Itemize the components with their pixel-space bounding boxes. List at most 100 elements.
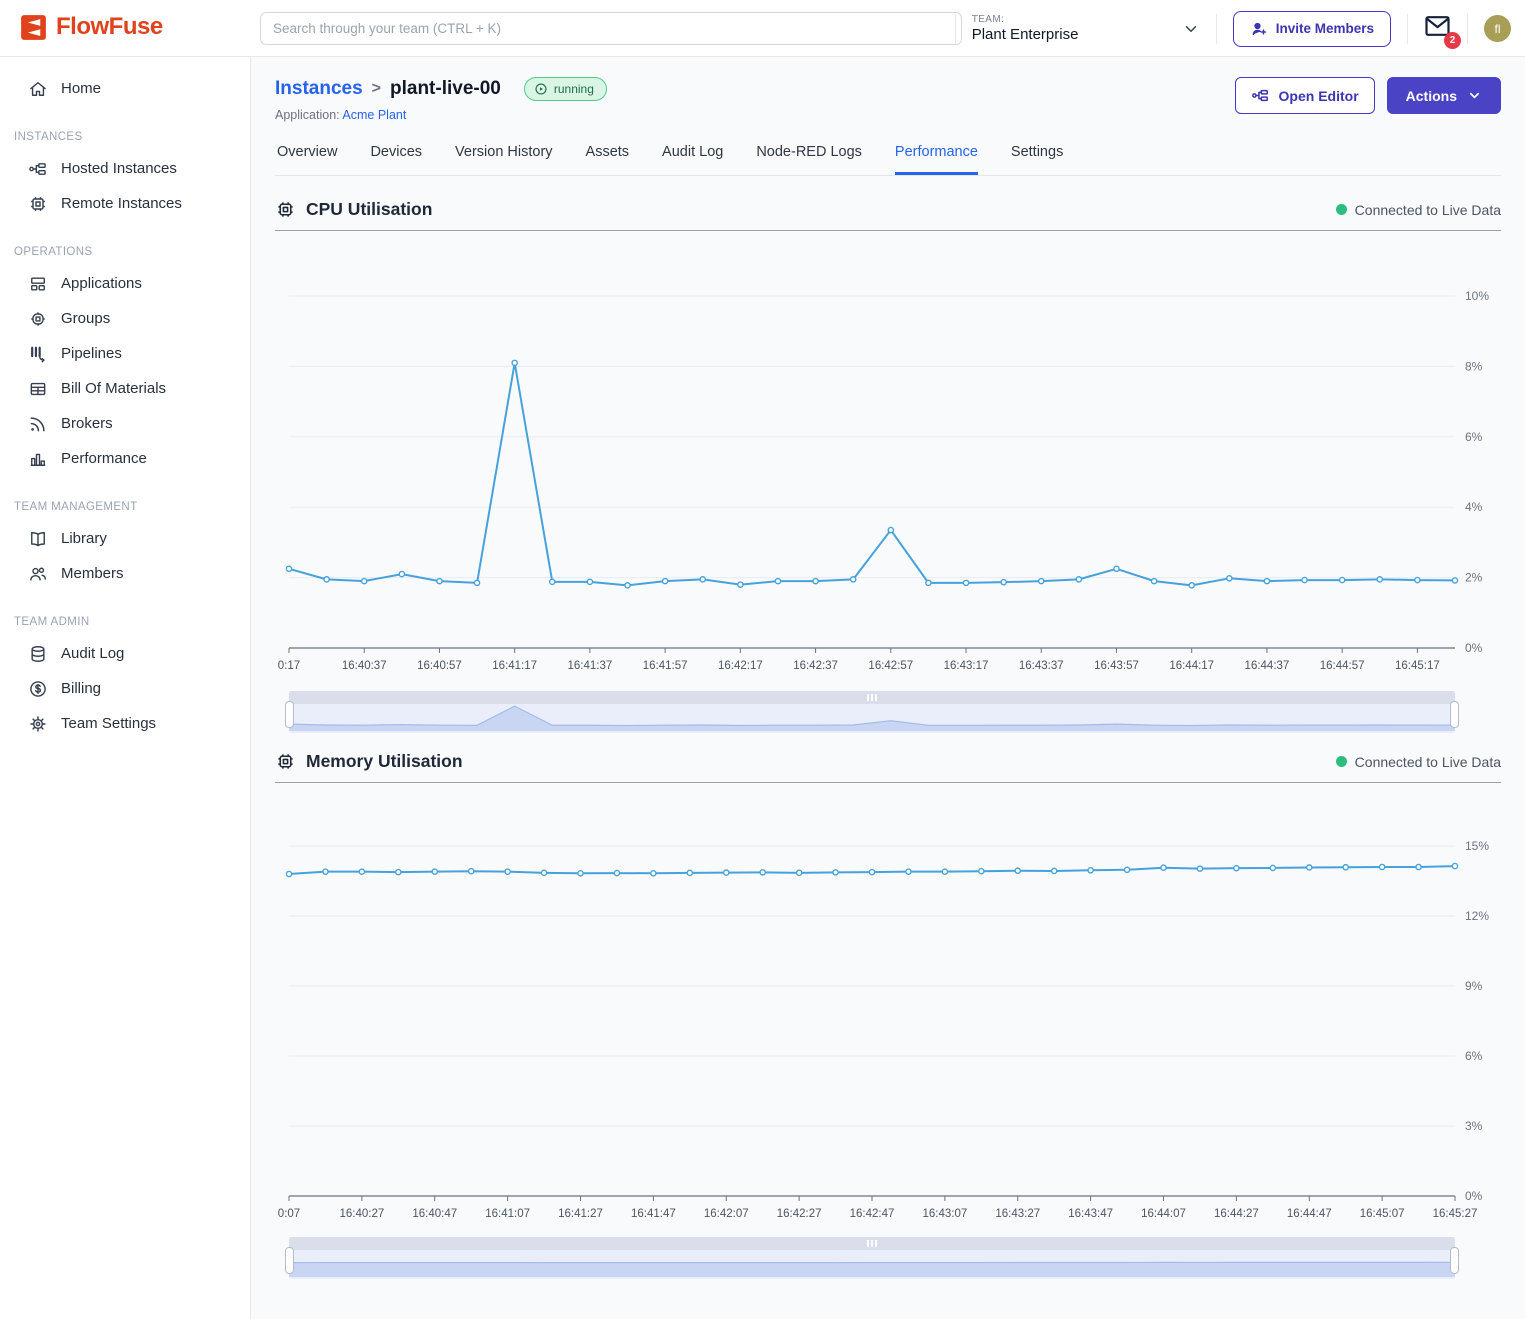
svg-text:16:41:27: 16:41:27 [558, 1208, 603, 1220]
sidebar-item-label: Team Settings [61, 715, 156, 732]
memory-section-title: Memory Utilisation [306, 751, 463, 772]
svg-text:16:43:37: 16:43:37 [1019, 660, 1064, 672]
sidebar-section-instances: INSTANCES [14, 131, 250, 143]
node-editor-icon [1251, 86, 1270, 105]
sidebar-item-pipelines[interactable]: Pipelines [0, 336, 250, 371]
notifications-button[interactable]: 2 [1424, 15, 1451, 42]
tab-settings[interactable]: Settings [1011, 144, 1063, 175]
cpu-section-title: CPU Utilisation [306, 199, 432, 220]
flowfuse-logo[interactable]: FlowFuse [20, 13, 163, 41]
sidebar-item-groups[interactable]: Groups [0, 301, 250, 336]
sidebar-item-label: Pipelines [61, 345, 122, 362]
open-editor-button[interactable]: Open Editor [1235, 77, 1375, 114]
sidebar-item-bill-of-materials[interactable]: Bill Of Materials [0, 371, 250, 406]
memory-range-slider-bar[interactable] [289, 1237, 1455, 1250]
svg-text:12%: 12% [1465, 909, 1489, 923]
cpu-range-slider-bar[interactable] [289, 691, 1455, 704]
svg-text:16:43:27: 16:43:27 [995, 1208, 1040, 1220]
grip-icon [867, 694, 869, 701]
sidebar-item-remote-instances[interactable]: Remote Instances [0, 186, 250, 221]
actions-button[interactable]: Actions [1387, 77, 1501, 114]
brokers-icon [28, 414, 48, 434]
cpu-range-slider-left-handle[interactable] [285, 701, 294, 728]
cpu-range-slider-right-handle[interactable] [1450, 701, 1459, 728]
sidebar-item-label: Billing [61, 680, 101, 697]
sidebar: Home INSTANCES Hosted Instances Remote I… [0, 57, 251, 1319]
sidebar-item-label: Home [61, 80, 101, 97]
cpu-live-status-label: Connected to Live Data [1355, 202, 1501, 218]
svg-text:16:44:37: 16:44:37 [1245, 660, 1290, 672]
audit-log-icon [28, 644, 48, 664]
groups-icon [28, 309, 48, 329]
memory-range-slider-left-handle[interactable] [285, 1247, 294, 1274]
cpu-range-slider[interactable] [289, 691, 1455, 733]
sidebar-item-brokers[interactable]: Brokers [0, 406, 250, 441]
svg-text:16:45:17: 16:45:17 [1395, 660, 1440, 672]
svg-text:16:41:37: 16:41:37 [568, 660, 613, 672]
svg-text:16:42:27: 16:42:27 [777, 1208, 822, 1220]
tab-bar: Overview Devices Version History Assets … [275, 144, 1501, 176]
billing-icon [28, 679, 48, 699]
sidebar-item-applications[interactable]: Applications [0, 266, 250, 301]
memory-range-slider-right-handle[interactable] [1450, 1247, 1459, 1274]
sidebar-item-label: Audit Log [61, 645, 124, 662]
open-editor-label: Open Editor [1279, 88, 1359, 104]
tab-devices[interactable]: Devices [370, 144, 422, 175]
sidebar-item-performance[interactable]: Performance [0, 441, 250, 476]
person-plus-icon [1250, 20, 1268, 38]
tab-assets[interactable]: Assets [586, 144, 630, 175]
svg-text:16:40:47: 16:40:47 [412, 1208, 457, 1220]
bill-of-materials-icon [28, 379, 48, 399]
svg-text:16:40:27: 16:40:27 [339, 1208, 384, 1220]
sidebar-item-members[interactable]: Members [0, 556, 250, 591]
status-badge: running [524, 77, 607, 101]
invite-members-button[interactable]: Invite Members [1233, 11, 1391, 47]
svg-text:16:41:57: 16:41:57 [643, 660, 688, 672]
sidebar-item-audit-log[interactable]: Audit Log [0, 636, 250, 671]
divider [955, 14, 956, 44]
divider [1467, 14, 1468, 44]
sidebar-item-label: Groups [61, 310, 110, 327]
svg-text:0%: 0% [1465, 641, 1483, 655]
sidebar-item-label: Members [61, 565, 124, 582]
sidebar-item-library[interactable]: Library [0, 521, 250, 556]
sidebar-item-home[interactable]: Home [0, 71, 250, 106]
svg-text:16:40:37: 16:40:37 [342, 660, 387, 672]
tab-performance[interactable]: Performance [895, 144, 978, 175]
application-link[interactable]: Acme Plant [342, 108, 406, 122]
breadcrumb-instances-link[interactable]: Instances [275, 78, 363, 100]
application-label: Application: [275, 108, 340, 122]
tab-overview[interactable]: Overview [277, 144, 337, 175]
sidebar-item-label: Bill Of Materials [61, 380, 166, 397]
svg-text:0:07: 0:07 [278, 1208, 300, 1220]
svg-text:16:44:47: 16:44:47 [1287, 1208, 1332, 1220]
home-icon [28, 79, 48, 99]
cpu-utilisation-chart: 0%2%4%6%8%10%0:1716:40:3716:40:5716:41:1… [275, 231, 1501, 687]
memory-live-status-label: Connected to Live Data [1355, 754, 1501, 770]
svg-text:10%: 10% [1465, 289, 1489, 303]
svg-text:15%: 15% [1465, 839, 1489, 853]
memory-range-slider-minichart [289, 1250, 1455, 1277]
live-dot-icon [1336, 756, 1347, 767]
sidebar-item-hosted-instances[interactable]: Hosted Instances [0, 151, 250, 186]
memory-range-slider[interactable] [289, 1237, 1455, 1279]
tab-version-history[interactable]: Version History [455, 144, 553, 175]
sidebar-section-team-admin: TEAM ADMIN [14, 616, 250, 628]
search-input[interactable] [260, 12, 962, 45]
svg-text:16:43:07: 16:43:07 [922, 1208, 967, 1220]
svg-text:9%: 9% [1465, 979, 1483, 993]
svg-text:16:42:07: 16:42:07 [704, 1208, 749, 1220]
sidebar-item-billing[interactable]: Billing [0, 671, 250, 706]
svg-text:2%: 2% [1465, 571, 1483, 585]
tab-node-red-logs[interactable]: Node-RED Logs [756, 144, 862, 175]
avatar[interactable]: fl [1484, 15, 1511, 42]
flowfuse-logo-icon [20, 14, 47, 41]
breadcrumb-separator: > [372, 80, 381, 98]
sidebar-item-team-settings[interactable]: Team Settings [0, 706, 250, 741]
main-content: Instances > plant-live-00 running Applic… [251, 57, 1525, 1319]
tab-audit-log[interactable]: Audit Log [662, 144, 723, 175]
svg-text:6%: 6% [1465, 1049, 1483, 1063]
performance-icon [28, 449, 48, 469]
team-selector[interactable]: TEAM: Plant Enterprise [972, 14, 1200, 43]
sidebar-item-label: Brokers [61, 415, 113, 432]
